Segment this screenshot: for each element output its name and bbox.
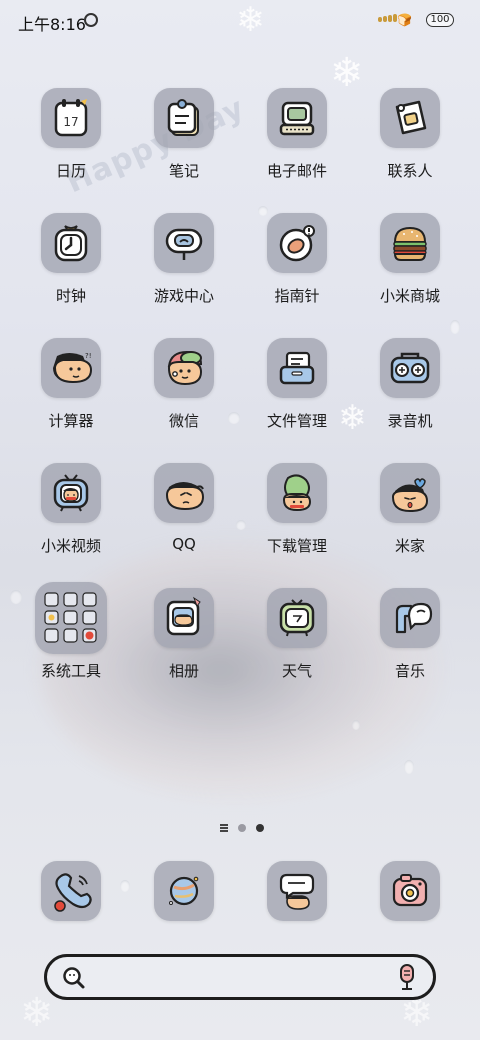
app-music[interactable]: 音乐 [360,588,460,681]
wechat-icon [154,338,214,398]
app-mijia[interactable]: 米家 [360,463,460,556]
search-icon[interactable] [61,965,87,991]
compass-icon [267,213,327,273]
water-drop [236,520,246,530]
weather-icon [267,588,327,648]
app-gallery[interactable]: 相册 [134,588,234,681]
app-contacts[interactable]: 联系人 [360,88,460,181]
calculator-icon: ?! [41,338,101,398]
app-label: 计算器 [48,412,94,430]
app-label: 电子邮件 [266,162,327,180]
svg-text:?!: ?! [85,352,92,360]
app-wechat[interactable]: 微信 [134,338,234,431]
folder-tools-icon [35,582,107,654]
calendar-icon: 17 [41,88,101,148]
burger-icon [380,213,440,273]
page-list-icon[interactable] [220,824,228,832]
download-icon [267,463,327,523]
app-label: 相册 [168,662,199,680]
calendar-date: 17 [63,115,78,129]
water-drop [404,760,414,774]
app-label: 下载管理 [266,537,327,555]
tv-video-icon [41,463,101,523]
app-label: 系统工具 [40,662,101,680]
status-bar: 上午8:16 🍞 100 [0,0,480,44]
app-label: 小米视频 [40,537,101,555]
app-downloads[interactable]: 下载管理 [247,463,347,556]
app-file-manager[interactable]: 文件管理 [247,338,347,431]
app-label: QQ [172,535,196,553]
battery-icon: 100 [426,13,454,27]
camera-icon [380,861,440,921]
contacts-icon [380,88,440,148]
game-center-icon [154,213,214,273]
app-label: 游戏中心 [153,287,214,305]
browser-planet-icon [154,861,214,921]
app-recorder[interactable]: 录音机 [360,338,460,431]
snowflake-icon: ❄ [20,990,54,1036]
app-label: 日历 [55,162,86,180]
file-manager-icon [267,338,327,398]
app-email[interactable]: 电子邮件 [247,88,347,181]
pet-wifi-icon: 🍞 [397,13,412,27]
notes-icon [154,88,214,148]
dock-phone[interactable] [21,861,121,921]
app-label: 微信 [168,412,199,430]
recorder-icon [380,338,440,398]
page-dot-active[interactable] [256,824,264,832]
phone-icon [41,861,101,921]
app-label: 录音机 [387,412,433,430]
app-mi-video[interactable]: 小米视频 [21,463,121,556]
app-weather[interactable]: 天气 [247,588,347,681]
app-label: 文件管理 [266,412,327,430]
app-label: 时钟 [55,287,86,305]
app-folder-system-tools[interactable]: 系统工具 [21,582,121,681]
app-label: 指南针 [274,287,320,305]
app-compass[interactable]: 指南针 [247,213,347,306]
app-clock[interactable]: 时钟 [21,213,121,306]
gallery-icon [154,588,214,648]
messages-icon [267,861,327,921]
app-calculator[interactable]: ?! 计算器 [21,338,121,431]
dnd-icon [84,13,98,27]
qq-icon [154,463,214,523]
app-notes[interactable]: 笔记 [134,88,234,181]
app-label: 联系人 [387,162,433,180]
water-drop [120,880,130,892]
clock-icon [41,213,101,273]
water-drop [352,720,360,730]
app-game-center[interactable]: 游戏中心 [134,213,234,306]
app-label: 小米商城 [379,287,440,305]
app-qq[interactable]: QQ [134,463,234,553]
status-time: 上午8:16 [18,15,86,34]
app-label: 天气 [281,662,312,680]
computer-mail-icon [267,88,327,148]
app-label: 米家 [394,537,425,555]
page-dot[interactable] [238,824,246,832]
app-calendar[interactable]: 17 日历 [21,88,121,181]
microphone-icon[interactable] [395,963,419,993]
dock-camera[interactable] [360,861,460,921]
search-bar[interactable] [44,954,436,1000]
app-label: 笔记 [168,162,199,180]
mijia-icon [380,463,440,523]
music-icon [380,588,440,648]
app-mi-store[interactable]: 小米商城 [360,213,460,306]
dock-messages[interactable] [247,861,347,921]
signal-icon [378,14,397,22]
water-drop [450,320,460,334]
app-label: 音乐 [394,662,425,680]
dock-browser[interactable] [134,861,234,921]
page-indicator[interactable] [220,824,264,832]
